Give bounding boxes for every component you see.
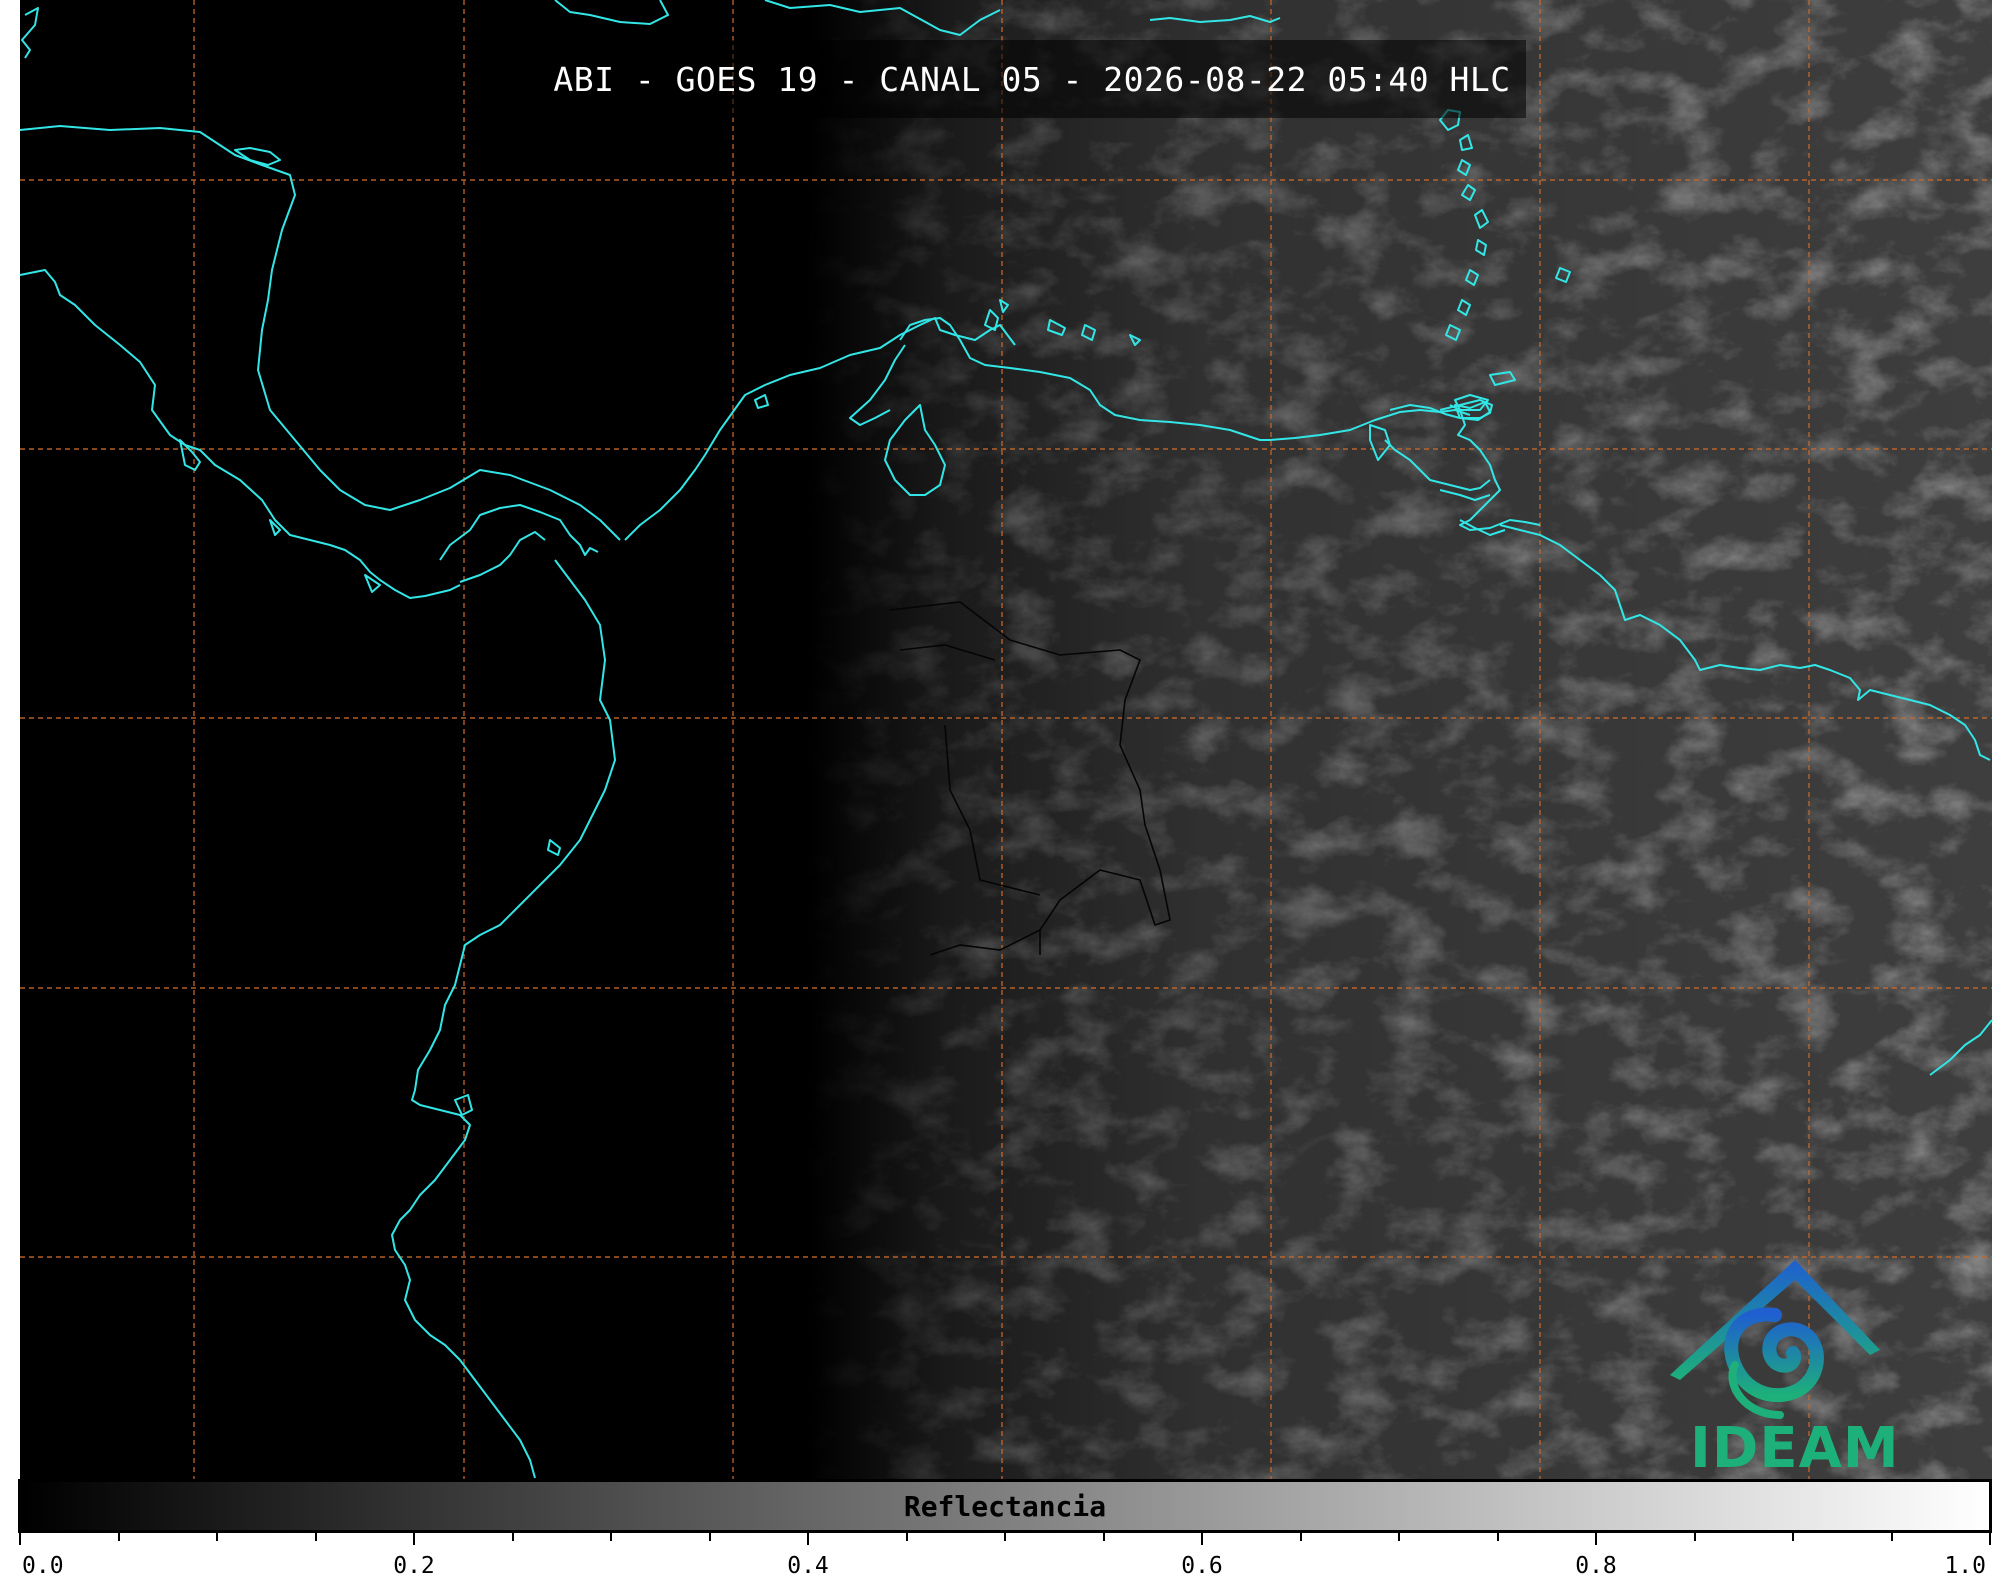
satellite-map[interactable]: [0, 0, 2011, 1480]
colorbar-minor-tick: [1299, 1533, 1302, 1541]
colorbar-label: Reflectancia: [903, 1489, 1107, 1523]
colorbar-minor-tick: [1201, 1533, 1203, 1545]
right-frame-strip: [1992, 0, 2011, 1480]
colorbar-minor-tick: [1496, 1533, 1499, 1541]
colorbar-minor-tick: [1102, 1533, 1105, 1541]
image-title: ABI - GOES 19 - CANAL 05 - 2026-08-22 05…: [553, 59, 1511, 99]
colorbar-minor-tick: [905, 1533, 908, 1541]
colorbar-minor-tick: [117, 1533, 120, 1541]
colorbar-tick-label: 0.8: [1575, 1553, 1617, 1579]
colorbar-minor-tick: [1792, 1533, 1794, 1541]
image-title-box: ABI - GOES 19 - CANAL 05 - 2026-08-22 05…: [538, 40, 1526, 118]
colorbar-minor-tick: [1989, 1533, 1991, 1545]
colorbar-minor-tick: [1595, 1533, 1597, 1545]
colorbar-minor-tick: [19, 1533, 21, 1545]
ideam-logo-text: IDEAM: [1690, 1416, 1900, 1481]
colorbar-minor-tick: [807, 1533, 809, 1545]
colorbar-minor-tick: [413, 1533, 415, 1545]
colorbar-minor-tick: [314, 1533, 317, 1541]
colorbar-minor-tick: [1398, 1533, 1400, 1541]
colorbar-minor-tick: [1693, 1533, 1696, 1541]
colorbar-minor-tick: [610, 1533, 612, 1541]
cloud-texture: [20, 0, 1992, 1480]
colorbar-minor-tick: [1004, 1533, 1006, 1541]
reflectance-colorbar: Reflectancia: [18, 1479, 1992, 1533]
colorbar-minor-tick: [1890, 1533, 1893, 1541]
colorbar-tick-label: 0.6: [1181, 1553, 1223, 1579]
colorbar-tick-label: 1.0: [1944, 1553, 1986, 1579]
colorbar-minor-tick: [216, 1533, 218, 1541]
colorbar-tick-label: 0.2: [393, 1553, 435, 1579]
colorbar-minor-tick: [708, 1533, 711, 1541]
left-frame-strip: [0, 0, 20, 1480]
colorbar-minor-tick: [511, 1533, 514, 1541]
colorbar-tick-label: 0.0: [22, 1553, 64, 1579]
colorbar-tick-label: 0.4: [787, 1553, 829, 1579]
